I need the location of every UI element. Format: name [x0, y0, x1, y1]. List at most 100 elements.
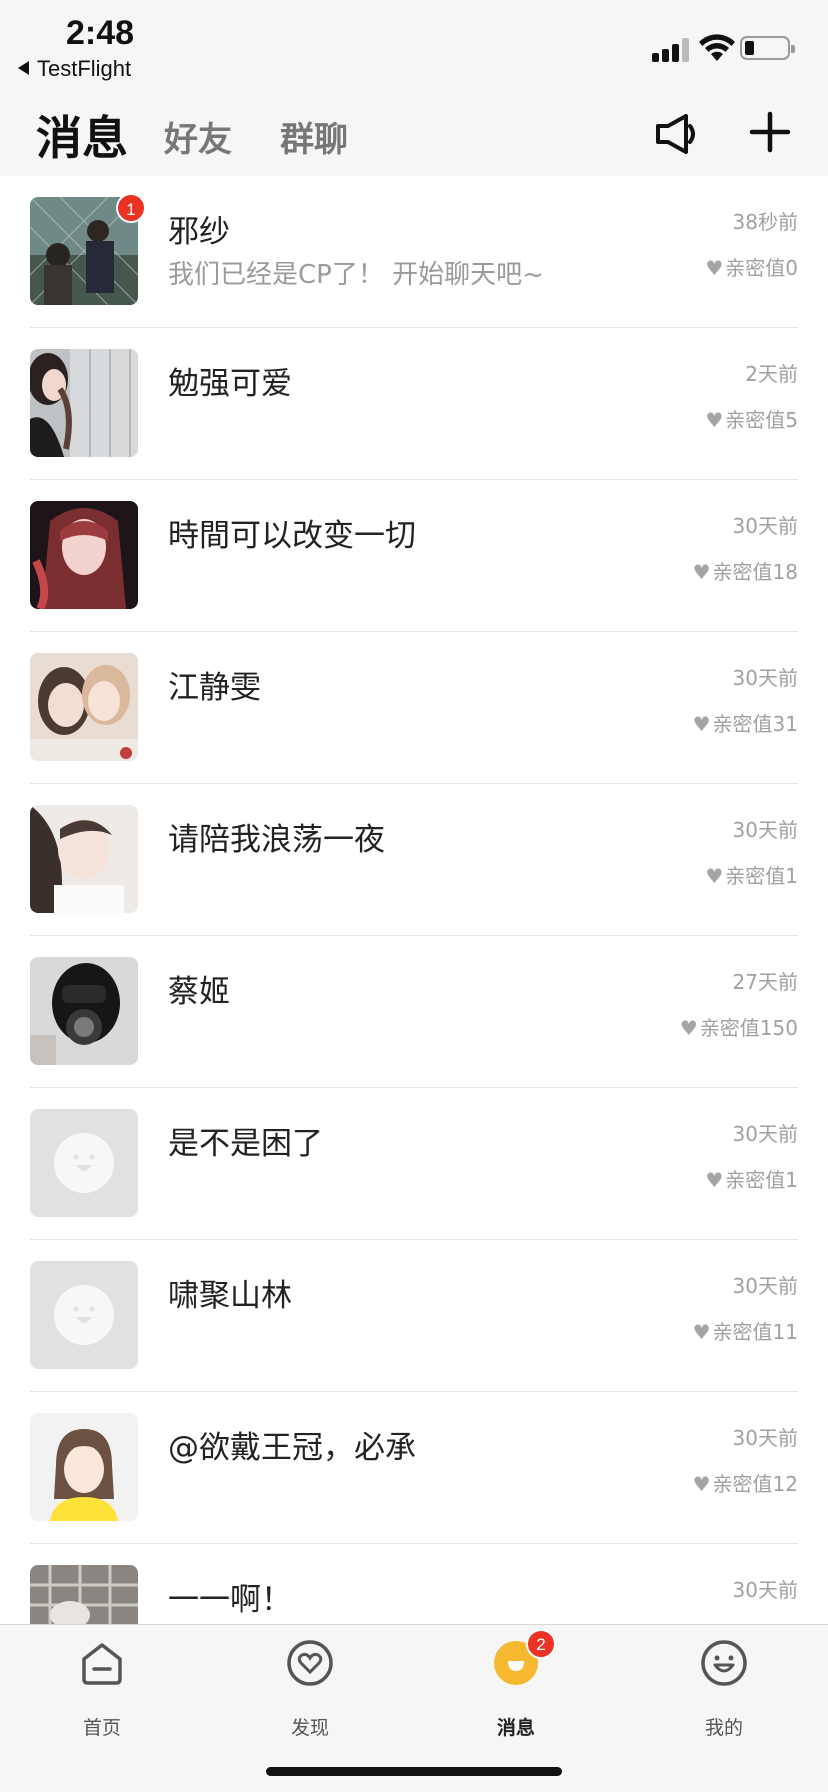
- conversation-row[interactable]: @欲戴王冠，必承 30天前 ♥ 亲密值12: [0, 1392, 828, 1544]
- heart-icon: ♥: [705, 864, 724, 888]
- contact-name: 蔡姬: [168, 974, 230, 1010]
- contact-name: 邪纱: [168, 214, 230, 250]
- intimacy-value: ♥ 亲密值1: [705, 860, 798, 889]
- home-indicator[interactable]: [266, 1767, 562, 1776]
- avatar[interactable]: [30, 1261, 138, 1369]
- intimacy-value: ♥ 亲密值5: [705, 404, 798, 433]
- cellular-signal-icon: [652, 38, 690, 62]
- message-preview: 我们已经是CP了！ 开始聊天吧~: [168, 260, 544, 290]
- clock: 2:48: [66, 14, 135, 52]
- contact-name: 勉强可爱: [168, 366, 292, 402]
- contact-name: 啸聚山林: [168, 1278, 292, 1314]
- intimacy-value: ♥ 亲密值12: [693, 1468, 798, 1497]
- tabbar-me[interactable]: 我的: [664, 1639, 784, 1739]
- unread-badge: 1: [116, 193, 146, 223]
- conversation-row[interactable]: 啸聚山林 30天前 ♥ 亲密值11: [0, 1240, 828, 1392]
- heart-icon: ♥: [679, 1016, 698, 1040]
- contact-name: @欲戴王冠，必承: [168, 1430, 416, 1466]
- timestamp: 30天前: [732, 1122, 798, 1146]
- avatar[interactable]: [30, 1413, 138, 1521]
- intimacy-label: 亲密值11: [712, 1320, 798, 1344]
- tabbar-label: 我的: [704, 1717, 743, 1739]
- contact-name: 時間可以改变一切: [168, 518, 416, 554]
- tabbar-discover[interactable]: 发现: [250, 1639, 370, 1739]
- avatar[interactable]: [30, 805, 138, 913]
- wifi-icon: [699, 34, 735, 61]
- contact-name: 是不是困了: [168, 1126, 323, 1162]
- plus-icon: [749, 111, 791, 153]
- intimacy-value: ♥ 亲密值11: [693, 1316, 798, 1345]
- intimacy-label: 亲密值31: [712, 712, 798, 736]
- tab-group-chats[interactable]: 群聊: [280, 112, 348, 161]
- unread-badge: 2: [526, 1629, 556, 1659]
- timestamp: 38秒前: [732, 210, 798, 234]
- status-bar: 2:48 TestFlight: [0, 0, 828, 92]
- intimacy-value: ♥ 亲密值1: [705, 1164, 798, 1193]
- conversation-row[interactable]: 江静雯 30天前 ♥ 亲密值31: [0, 632, 828, 784]
- tabbar-label: 发现: [290, 1717, 329, 1739]
- heart-icon: ♥: [705, 256, 724, 280]
- tabbar-home[interactable]: 首页: [42, 1639, 162, 1739]
- timestamp: 30天前: [732, 1578, 798, 1602]
- messages-header: 消息 好友 群聊: [0, 92, 828, 176]
- add-button[interactable]: [744, 106, 796, 158]
- tab-messages[interactable]: 消息: [36, 102, 128, 168]
- heart-icon: ♥: [692, 712, 711, 736]
- timestamp: 30天前: [732, 1426, 798, 1450]
- conversation-row[interactable]: 勉强可爱 2天前 ♥ 亲密值5: [0, 328, 828, 480]
- avatar[interactable]: [30, 1565, 138, 1624]
- intimacy-value: ♥ 亲密值18: [693, 556, 798, 585]
- default-avatar-icon: [30, 1261, 138, 1369]
- tab-friends[interactable]: 好友: [164, 112, 232, 161]
- conversation-list[interactable]: 1 邪纱 我们已经是CP了！ 开始聊天吧~ 38秒前 ♥ 亲密值0 勉强可爱 2天…: [0, 176, 828, 1624]
- conversation-row[interactable]: 蔡姬 27天前 ♥ 亲密值150: [0, 936, 828, 1088]
- tabbar-label: 消息: [496, 1717, 535, 1739]
- home-icon: [82, 1643, 122, 1685]
- heart-icon: ♥: [692, 560, 711, 584]
- conversation-row[interactable]: 一一啊！ 30天前: [0, 1544, 828, 1624]
- avatar[interactable]: [30, 957, 138, 1065]
- heart-icon: ♥: [705, 1168, 724, 1192]
- contact-name: 一一啊！: [168, 1582, 292, 1618]
- timestamp: 30天前: [732, 818, 798, 842]
- timestamp: 30天前: [732, 514, 798, 538]
- conversation-row[interactable]: 時間可以改变一切 30天前 ♥ 亲密值18: [0, 480, 828, 632]
- avatar[interactable]: [30, 1109, 138, 1217]
- intimacy-label: 亲密值1: [725, 1168, 798, 1192]
- intimacy-label: 亲密值0: [725, 256, 798, 280]
- intimacy-label: 亲密值1: [725, 864, 798, 888]
- intimacy-label: 亲密值150: [699, 1016, 798, 1040]
- timestamp: 30天前: [732, 666, 798, 690]
- conversation-row[interactable]: 请陪我浪荡一夜 30天前 ♥ 亲密值1: [0, 784, 828, 936]
- intimacy-value: ♥ 亲密值31: [693, 708, 798, 737]
- back-app-label: TestFlight: [37, 56, 132, 81]
- speaker-icon: [656, 114, 695, 154]
- default-avatar-icon: [30, 1109, 138, 1217]
- timestamp: 30天前: [732, 1274, 798, 1298]
- intimacy-label: 亲密值12: [712, 1472, 798, 1496]
- timestamp: 27天前: [732, 970, 798, 994]
- tabbar-label: 首页: [82, 1717, 121, 1739]
- battery-icon: [740, 36, 795, 60]
- timestamp: 2天前: [745, 362, 798, 386]
- intimacy-value: ♥ 亲密值150: [680, 1012, 798, 1041]
- conversation-row[interactable]: 1 邪纱 我们已经是CP了！ 开始聊天吧~ 38秒前 ♥ 亲密值0: [0, 176, 828, 328]
- avatar[interactable]: [30, 349, 138, 457]
- intimacy-label: 亲密值18: [712, 560, 798, 584]
- bottom-tab-bar: 首页 发现 2 消息 我的: [0, 1624, 828, 1792]
- heart-circle-icon: [287, 1640, 333, 1686]
- conversation-row[interactable]: 是不是困了 30天前 ♥ 亲密值1: [0, 1088, 828, 1240]
- intimacy-label: 亲密值5: [725, 408, 798, 432]
- intimacy-value: ♥ 亲密值0: [705, 252, 798, 281]
- back-arrow-icon: [18, 61, 29, 75]
- announcement-button[interactable]: [650, 108, 702, 160]
- back-to-app-link[interactable]: TestFlight: [18, 56, 131, 82]
- heart-icon: ♥: [692, 1320, 711, 1344]
- heart-icon: ♥: [692, 1472, 711, 1496]
- contact-name: 江静雯: [168, 670, 261, 706]
- avatar[interactable]: [30, 653, 138, 761]
- contact-name: 请陪我浪荡一夜: [168, 822, 385, 858]
- tabbar-messages[interactable]: 2 消息: [456, 1629, 576, 1739]
- smile-icon: [701, 1640, 747, 1686]
- avatar[interactable]: [30, 501, 138, 609]
